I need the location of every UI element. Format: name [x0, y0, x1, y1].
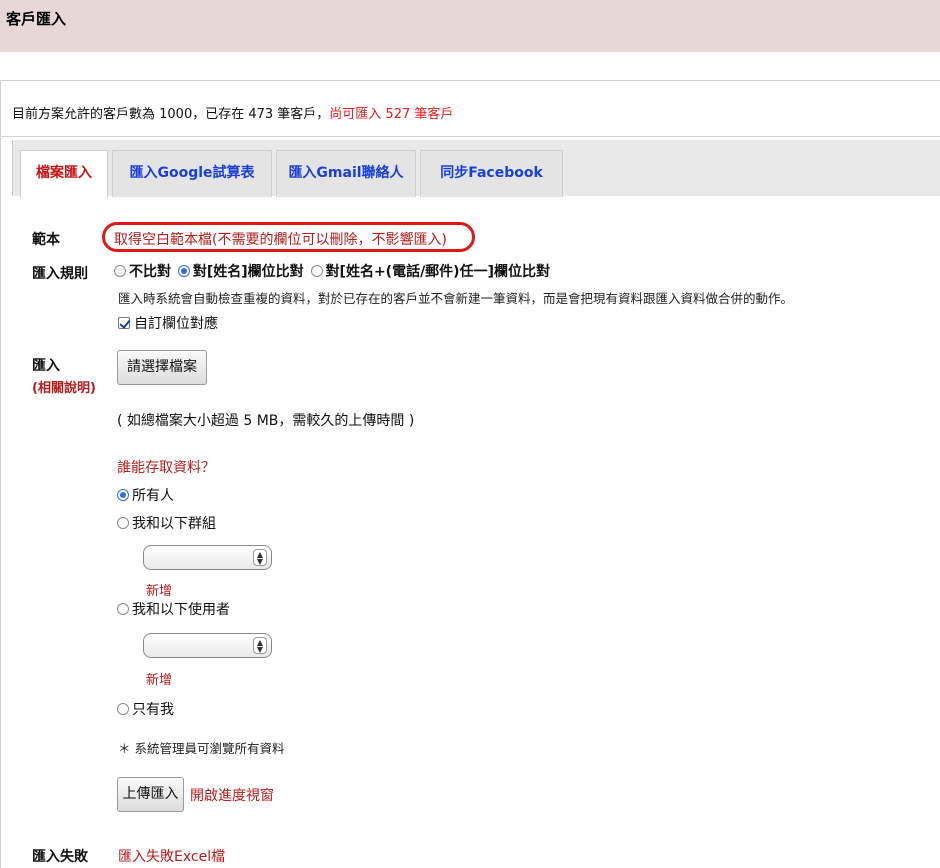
access-option-everyone[interactable]: 所有人	[117, 485, 174, 505]
tab-gmail-contacts[interactable]: 匯入Gmail聯絡人	[276, 150, 416, 197]
access-option-groups[interactable]: 我和以下群組	[117, 513, 216, 533]
quota-remaining: 尚可匯入 527 筆客戶	[329, 107, 454, 122]
tab-facebook-sync[interactable]: 同步Facebook	[420, 150, 563, 197]
add-group-link[interactable]: 新增	[146, 580, 172, 599]
failed-excel-link[interactable]: 匯入失敗Excel檔	[118, 846, 225, 866]
checkbox-checked-icon[interactable]	[118, 317, 130, 329]
rules-note: 匯入時系統會自動檢查重複的資料，對於已存在的客戶並不會新建一筆資料，而是會把現有…	[118, 291, 794, 306]
help-link[interactable]: (相關說明)	[32, 377, 96, 396]
open-progress-link[interactable]: 開啟進度視窗	[190, 785, 274, 805]
highlight-oval	[102, 222, 475, 252]
access-option-only-me[interactable]: 只有我	[117, 699, 174, 719]
page-title: 客戶匯入	[6, 10, 67, 28]
radio-icon[interactable]	[117, 703, 129, 715]
quota-text: 目前方案允許的客戶數為 1000，已存在 473 筆客戶，	[12, 107, 330, 122]
divider	[0, 136, 940, 137]
add-user-link[interactable]: 新增	[146, 669, 172, 688]
rule-option-name-contact[interactable]: 對[姓名+(電話/郵件)任一]欄位比對	[310, 264, 550, 280]
radio-icon[interactable]	[117, 603, 129, 615]
updown-arrow-icon: ▲ ▼	[253, 637, 267, 654]
import-label: 匯入	[32, 358, 60, 374]
choose-file-button[interactable]: 請選擇檔案	[117, 350, 207, 385]
radio-selected-icon[interactable]	[177, 265, 190, 277]
page-header: 客戶匯入	[0, 0, 940, 52]
group-select[interactable]: ▲ ▼	[143, 545, 272, 570]
admin-note: ＊ 系統管理員可瀏覽所有資料	[118, 741, 285, 756]
radio-icon[interactable]	[117, 517, 129, 529]
rules-options: 不比對 對[姓名]欄位比對 對[姓名+(電話/郵件)任一]欄位比對	[114, 261, 552, 281]
custom-mapping-checkbox[interactable]: 自訂欄位對應	[118, 313, 218, 333]
radio-selected-icon[interactable]	[117, 489, 129, 501]
radio-icon[interactable]	[310, 265, 323, 277]
user-select[interactable]: ▲ ▼	[143, 633, 272, 658]
radio-icon[interactable]	[114, 265, 126, 277]
template-label: 範本	[32, 232, 60, 248]
rule-option-name[interactable]: 對[姓名]欄位比對	[177, 264, 304, 280]
quota-info: 目前方案允許的客戶數為 1000，已存在 473 筆客戶，尚可匯入 527 筆客…	[12, 103, 453, 122]
rules-label: 匯入規則	[32, 266, 88, 282]
rule-option-none[interactable]: 不比對	[114, 264, 171, 280]
upload-import-button[interactable]: 上傳匯入	[117, 777, 184, 812]
failed-label: 匯入失敗	[32, 849, 88, 865]
tab-file-import[interactable]: 檔案匯入	[20, 150, 108, 198]
access-option-users[interactable]: 我和以下使用者	[117, 599, 230, 619]
size-note: ( 如總檔案大小超過 5 MB，需較久的上傳時間 )	[117, 413, 415, 429]
tab-google-sheets[interactable]: 匯入Google試算表	[112, 150, 272, 197]
access-question: 誰能存取資料？	[117, 460, 215, 476]
updown-arrow-icon: ▲ ▼	[253, 549, 267, 566]
